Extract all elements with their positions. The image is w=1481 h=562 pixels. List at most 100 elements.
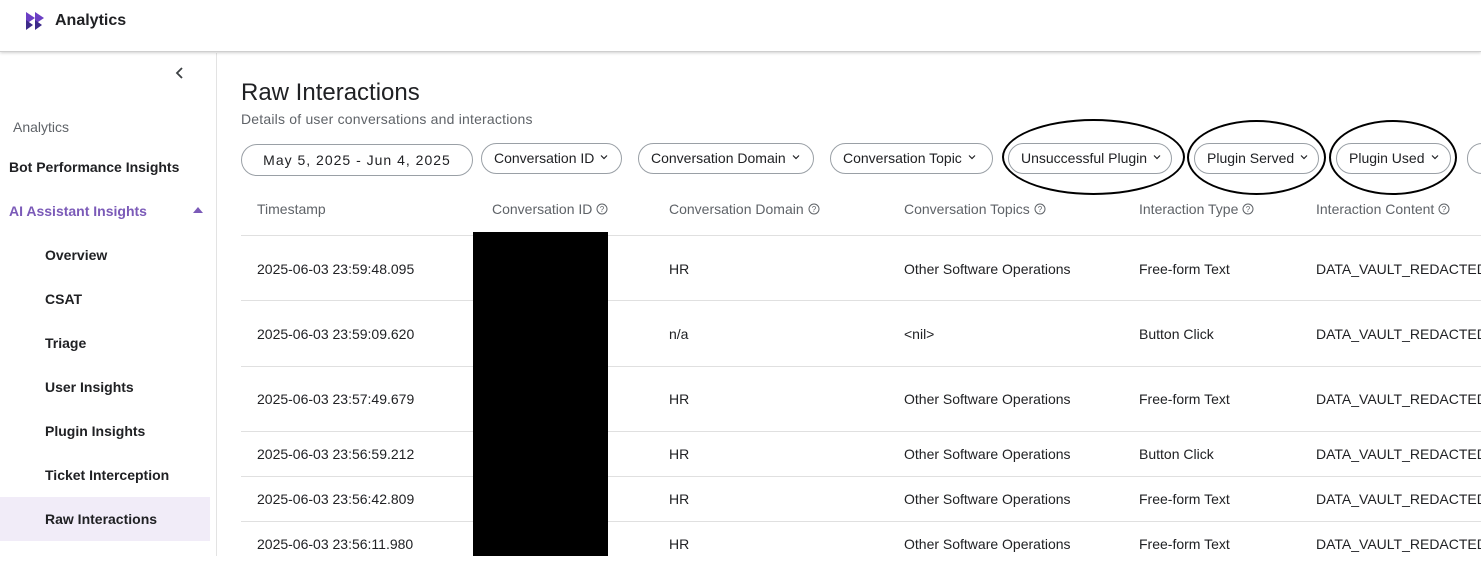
cell-type: Free-form Text (1139, 536, 1230, 552)
cell-domain: HR (669, 261, 690, 277)
cell-content: DATA_VAULT_REDACTED (1316, 391, 1481, 407)
help-circle-icon[interactable]: ? (596, 203, 608, 215)
cell-content: DATA_VAULT_REDACTED (1316, 536, 1481, 552)
svg-text:?: ? (1442, 205, 1447, 214)
svg-text:?: ? (600, 205, 605, 214)
filter-label: Conversation Topic (843, 150, 962, 166)
svg-text:?: ? (1038, 205, 1043, 214)
page-title: Raw Interactions (241, 79, 420, 106)
filter-conversation-id[interactable]: Conversation ID (481, 143, 622, 174)
table-row[interactable]: 2025-06-03 23:56:11.980 HR Other Softwar… (241, 522, 1481, 562)
sidebar-item-triage[interactable]: Triage (0, 321, 210, 365)
page-subtitle: Details of user conversations and intera… (241, 111, 533, 127)
sidebar-item-user-insights[interactable]: User Insights (0, 365, 210, 409)
column-label: Timestamp (257, 201, 326, 217)
date-range-filter[interactable]: May 5, 2025 - Jun 4, 2025 (241, 144, 473, 176)
chevron-down-icon (600, 155, 608, 160)
column-label: Conversation Topics (904, 201, 1030, 217)
table-row[interactable]: 2025-06-03 23:56:42.809 HR Other Softwar… (241, 477, 1481, 522)
redaction-block (473, 232, 608, 556)
sidebar: Analytics Bot Performance Insights AI As… (0, 53, 217, 556)
column-header-interaction-content[interactable]: Interaction Content? (1316, 201, 1450, 217)
filter-conversation-domain[interactable]: Conversation Domain (638, 143, 814, 174)
cell-topics: Other Software Operations (904, 536, 1071, 552)
brand-logo-icon[interactable] (24, 11, 48, 31)
cell-type: Free-form Text (1139, 391, 1230, 407)
filter-unsuccessful-plugin[interactable]: Unsuccessful Plugin (1008, 143, 1172, 174)
sidebar-item-plugin-insights[interactable]: Plugin Insights (0, 409, 210, 453)
cell-type: Button Click (1139, 446, 1214, 462)
cell-timestamp: 2025-06-03 23:59:48.095 (257, 261, 415, 277)
chevron-down-icon (1476, 153, 1481, 161)
cell-timestamp: 2025-06-03 23:59:09.620 (257, 326, 415, 342)
cell-content: DATA_VAULT_REDACTED (1316, 261, 1481, 277)
cell-domain: HR (669, 391, 690, 407)
sidebar-group-label: AI Assistant Insights (9, 203, 147, 219)
sidebar-item-overview[interactable]: Overview (0, 233, 210, 277)
chevron-down-icon (1431, 155, 1438, 160)
chevron-down-icon (1153, 155, 1161, 160)
cell-timestamp: 2025-06-03 23:56:42.809 (257, 491, 415, 507)
column-header-conversation-topics[interactable]: Conversation Topics? (904, 201, 1046, 217)
column-label: Interaction Type (1139, 201, 1239, 217)
cell-timestamp: 2025-06-03 23:56:59.212 (257, 446, 415, 462)
cell-type: Free-form Text (1139, 491, 1230, 507)
cell-domain: n/a (669, 326, 689, 342)
filter-label: Conversation ID (494, 150, 595, 166)
cell-topics: Other Software Operations (904, 446, 1071, 462)
chevron-left-icon[interactable] (168, 61, 192, 85)
cell-type: Button Click (1139, 326, 1214, 342)
cell-type: Free-form Text (1139, 261, 1230, 277)
cell-domain: HR (669, 446, 690, 462)
top-bar: Analytics (0, 0, 1481, 52)
cell-timestamp: 2025-06-03 23:57:49.679 (257, 391, 415, 407)
filter-conversation-topic[interactable]: Conversation Topic (830, 143, 993, 174)
column-header-interaction-type[interactable]: Interaction Type? (1139, 201, 1254, 217)
column-header-timestamp[interactable]: Timestamp (257, 201, 326, 217)
cell-domain: HR (669, 536, 690, 552)
help-circle-icon[interactable]: ? (808, 203, 820, 215)
sidebar-group-bot-performance[interactable]: Bot Performance Insights (9, 159, 179, 175)
table-row[interactable]: 2025-06-03 23:57:49.679 HR Other Softwar… (241, 367, 1481, 432)
filter-label: Unsuccessful Plugin (1021, 150, 1148, 166)
cell-content: DATA_VAULT_REDACTED (1316, 446, 1481, 462)
cell-topics: Other Software Operations (904, 261, 1071, 277)
chevron-down-icon (968, 155, 976, 160)
column-label: Conversation ID (492, 201, 593, 217)
svg-text:?: ? (1246, 205, 1251, 214)
sidebar-item-csat[interactable]: CSAT (0, 277, 210, 321)
column-header-conversation-domain[interactable]: Conversation Domain? (669, 201, 820, 217)
filter-plugin-used[interactable]: Plugin Used (1336, 143, 1451, 174)
sidebar-section-label: Analytics (13, 119, 70, 135)
chevron-down-icon (792, 155, 800, 160)
help-circle-icon[interactable]: ? (1438, 203, 1450, 215)
cell-topics: Other Software Operations (904, 491, 1071, 507)
column-header-conversation-id[interactable]: Conversation ID? (492, 201, 608, 217)
cell-topics: Other Software Operations (904, 391, 1071, 407)
cell-topics: <nil> (904, 326, 935, 342)
cell-content: DATA_VAULT_REDACTED (1316, 491, 1481, 507)
filter-label: Conversation Domain (651, 150, 786, 166)
cell-domain: HR (669, 491, 690, 507)
column-label: Conversation Domain (669, 201, 804, 217)
sidebar-item-ticket-interception[interactable]: Ticket Interception (0, 453, 210, 497)
sidebar-group-ai-assistant[interactable]: AI Assistant Insights (9, 203, 209, 219)
column-label: Interaction Content (1316, 201, 1435, 217)
table-row[interactable]: 2025-06-03 23:56:59.212 HR Other Softwar… (241, 432, 1481, 477)
caret-up-icon (193, 207, 203, 213)
cell-timestamp: 2025-06-03 23:56:11.980 (257, 536, 414, 552)
help-circle-icon[interactable]: ? (1242, 203, 1254, 215)
app-title: Analytics (55, 12, 127, 29)
filter-label: Plugin Served (1207, 150, 1295, 166)
filter-more-partial[interactable] (1467, 143, 1481, 174)
sidebar-item-raw-interactions[interactable]: Raw Interactions (0, 497, 210, 541)
chevron-down-icon (1300, 155, 1308, 160)
table-row[interactable]: 2025-06-03 23:59:09.620 n/a <nil> Button… (241, 302, 1481, 367)
cell-content: DATA_VAULT_REDACTED (1316, 326, 1481, 342)
help-circle-icon[interactable]: ? (1034, 203, 1046, 215)
svg-text:?: ? (811, 205, 816, 214)
table-row[interactable]: 2025-06-03 23:59:48.095 HR Other Softwar… (241, 236, 1481, 301)
filter-label: Plugin Used (1349, 150, 1425, 166)
main-content: Raw Interactions Details of user convers… (241, 53, 1481, 556)
filter-plugin-served[interactable]: Plugin Served (1194, 143, 1319, 174)
